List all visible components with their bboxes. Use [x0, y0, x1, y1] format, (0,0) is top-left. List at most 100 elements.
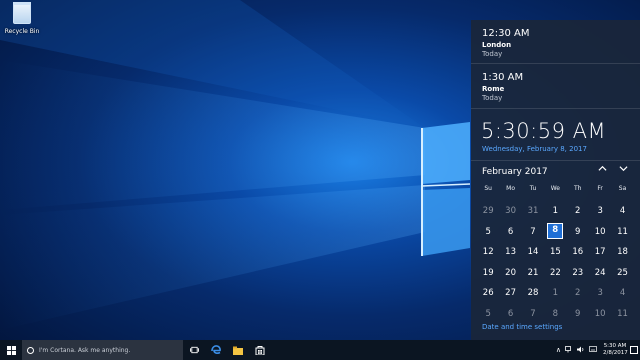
weekday-label: Tu — [529, 185, 537, 192]
action-center-icon[interactable] — [630, 346, 638, 354]
chevron-up-icon — [597, 165, 607, 171]
volume-icon[interactable] — [577, 346, 585, 355]
weekday-label: Mo — [506, 185, 516, 192]
keyboard-icon[interactable] — [589, 346, 597, 354]
calendar-week-row: 12 13 14 15 16 17 18 — [477, 242, 634, 262]
calendar-day[interactable]: 29 — [477, 201, 499, 221]
calendar-day[interactable]: 9 — [567, 222, 589, 242]
weekday-label: Th — [574, 185, 582, 192]
calendar-week-row: 19 20 21 22 23 24 25 — [477, 263, 634, 283]
calendar-day[interactable]: 1 — [544, 201, 566, 221]
divider — [471, 63, 640, 64]
calendar-day[interactable]: 19 — [477, 263, 499, 283]
calendar-day[interactable]: 8 — [544, 304, 566, 324]
calendar-week-row: 26 27 28 1 2 3 4 — [477, 283, 634, 303]
calendar-day[interactable]: 11 — [611, 304, 633, 324]
current-time: 5:30:59 AM — [481, 119, 607, 143]
calendar-day[interactable]: 15 — [544, 242, 566, 262]
tray-date: 2/8/2017 — [603, 350, 628, 356]
recycle-bin-icon — [13, 2, 31, 24]
network-glyph — [565, 345, 571, 352]
calendar-day[interactable]: 24 — [589, 263, 611, 283]
clock-rome: 1:30 AM Rome Today — [482, 72, 523, 102]
calendar-day[interactable]: 20 — [499, 263, 521, 283]
clock-day: Today — [482, 50, 503, 58]
calendar-day[interactable]: 3 — [589, 283, 611, 303]
task-view-button[interactable] — [183, 340, 205, 360]
calendar-day[interactable]: 31 — [522, 201, 544, 221]
calendar-day[interactable]: 10 — [589, 222, 611, 242]
file-explorer-button[interactable] — [227, 340, 249, 360]
calendar-day[interactable]: 25 — [611, 263, 633, 283]
weekday-label: Sa — [618, 185, 627, 192]
calendar-day[interactable]: 21 — [522, 263, 544, 283]
calendar-day-today[interactable]: 8 — [544, 222, 566, 242]
store-bag-icon — [255, 346, 265, 355]
calendar-day[interactable]: 1 — [544, 283, 566, 303]
calendar-day[interactable]: 9 — [567, 304, 589, 324]
calendar-week-row: 5 6 7 8 9 10 11 — [477, 222, 634, 242]
weekday-label: We — [550, 185, 560, 192]
store-button[interactable] — [249, 340, 271, 360]
calendar-day[interactable]: 22 — [544, 263, 566, 283]
keyboard-glyph — [589, 346, 597, 352]
start-button[interactable] — [0, 340, 22, 360]
weekday-label: Fr — [597, 185, 603, 192]
cortana-search-box[interactable]: I'm Cortana. Ask me anything. — [22, 340, 183, 360]
calendar-day[interactable]: 11 — [611, 222, 633, 242]
today-highlight: 8 — [547, 222, 564, 239]
weekday-header-row: Su Mo Tu We Th Fr Sa — [477, 185, 634, 192]
taskbar: I'm Cortana. Ask me anything. ∧ 5:30 AM … — [0, 340, 640, 360]
folder-icon — [233, 346, 243, 355]
clock-london: 12:30 AM London Today — [482, 28, 529, 58]
calendar-day[interactable]: 6 — [499, 222, 521, 242]
show-hidden-icons-button[interactable]: ∧ — [556, 346, 561, 354]
recycle-bin-desktop-icon[interactable]: Recycle Bin — [2, 2, 42, 40]
calendar-day[interactable]: 30 — [499, 201, 521, 221]
system-tray: ∧ 5:30 AM 2/8/2017 — [554, 340, 638, 360]
calendar-day[interactable]: 17 — [589, 242, 611, 262]
next-month-button[interactable] — [616, 164, 630, 178]
calendar-day[interactable]: 4 — [611, 201, 633, 221]
calendar-day[interactable]: 18 — [611, 242, 633, 262]
calendar-day[interactable]: 12 — [477, 242, 499, 262]
cortana-icon — [27, 346, 34, 354]
prev-month-button[interactable] — [595, 164, 609, 178]
clock-calendar-flyout: 12:30 AM London Today 1:30 AM Rome Today… — [471, 20, 640, 340]
month-header[interactable]: February 2017 — [482, 167, 548, 177]
calendar-day[interactable]: 10 — [589, 304, 611, 324]
calendar-day[interactable]: 2 — [567, 283, 589, 303]
search-placeholder: I'm Cortana. Ask me anything. — [39, 346, 131, 354]
clock-time: 1:30 AM — [482, 72, 524, 83]
taskbar-clock[interactable]: 5:30 AM 2/8/2017 — [603, 343, 628, 357]
calendar-week-row: 29 30 31 1 2 3 4 — [477, 201, 634, 221]
calendar-day[interactable]: 5 — [477, 304, 499, 324]
calendar-week-row: 5 6 7 8 9 10 11 — [477, 304, 634, 324]
calendar-day[interactable]: 5 — [477, 222, 499, 242]
calendar-day[interactable]: 4 — [611, 283, 633, 303]
divider — [471, 160, 640, 161]
date-time-settings-link[interactable]: Date and time settings — [482, 323, 562, 331]
calendar-day[interactable]: 6 — [499, 304, 521, 324]
divider — [471, 108, 640, 109]
calendar-day[interactable]: 28 — [522, 283, 544, 303]
tray-time: 5:30 AM — [603, 343, 627, 349]
calendar-day[interactable]: 14 — [522, 242, 544, 262]
network-icon[interactable] — [565, 345, 573, 355]
calendar-day[interactable]: 26 — [477, 283, 499, 303]
windows-start-icon — [6, 345, 16, 355]
calendar-day[interactable]: 3 — [589, 201, 611, 221]
calendar-day[interactable]: 27 — [499, 283, 521, 303]
calendar-day[interactable]: 13 — [499, 242, 521, 262]
calendar-day[interactable]: 7 — [522, 304, 544, 324]
recycle-bin-label: Recycle Bin — [4, 28, 40, 35]
current-date-link[interactable]: Wednesday, February 8, 2017 — [482, 145, 587, 153]
edge-icon — [211, 345, 221, 354]
calendar-day[interactable]: 23 — [567, 263, 589, 283]
calendar-day[interactable]: 16 — [567, 242, 589, 262]
calendar-day[interactable]: 2 — [567, 201, 589, 221]
chevron-down-icon — [618, 166, 628, 172]
weekday-label: Su — [484, 185, 492, 192]
calendar-day[interactable]: 7 — [522, 222, 544, 242]
edge-browser-button[interactable] — [205, 340, 227, 360]
